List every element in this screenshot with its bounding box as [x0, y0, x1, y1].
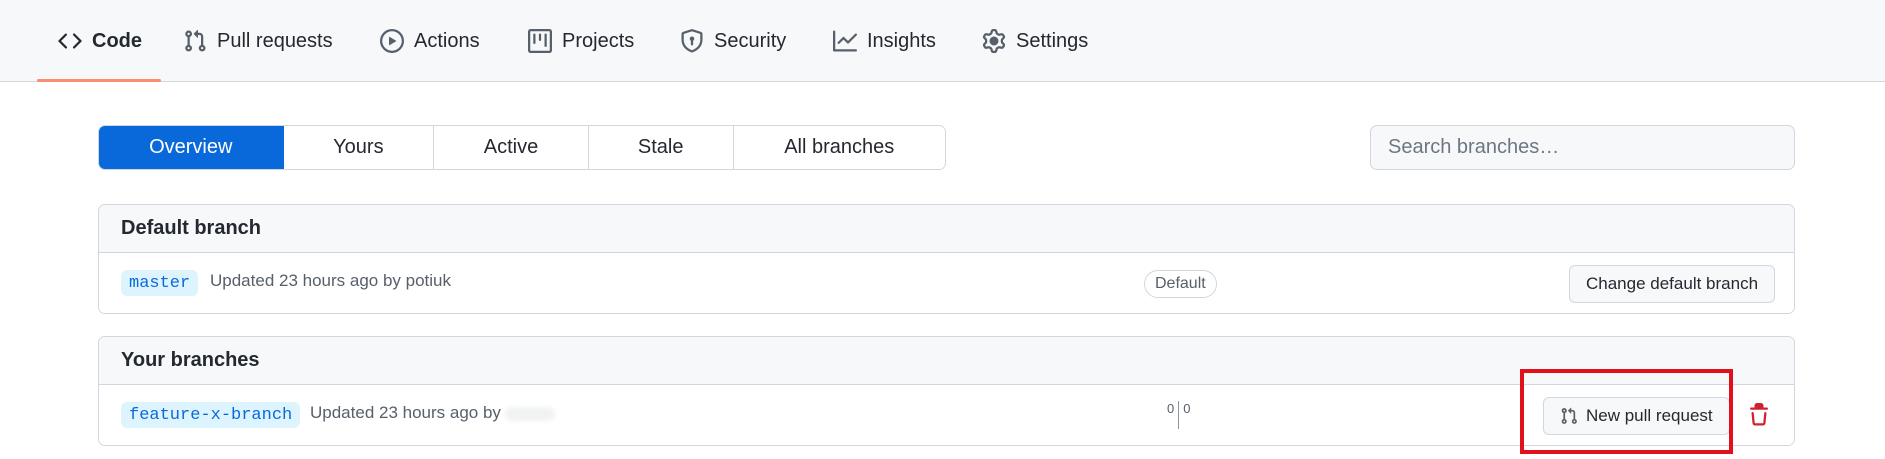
default-branch-box: Default branch master Updated 23 hours a…: [98, 204, 1795, 314]
tab-stale[interactable]: Stale: [588, 126, 734, 169]
your-branches-header: Your branches: [99, 337, 1794, 385]
search-branches-input[interactable]: [1370, 125, 1795, 170]
updated-text-label: Updated 23 hours ago by: [310, 403, 501, 422]
branch-name-link[interactable]: feature-x-branch: [121, 402, 301, 428]
graph-icon: [833, 30, 857, 52]
tab-insights-label: Insights: [867, 29, 936, 52]
new-pull-request-label: New pull request: [1586, 406, 1713, 425]
tab-code-label: Code: [92, 29, 142, 52]
branch-row: feature-x-branch Updated 23 hours ago by…: [99, 385, 1794, 445]
default-badge: Default: [1144, 270, 1217, 298]
change-default-branch-label: Change default branch: [1586, 274, 1759, 293]
tab-yours[interactable]: Yours: [283, 126, 435, 169]
trash-icon[interactable]: [1747, 403, 1771, 427]
git-pull-request-icon: [1561, 407, 1577, 424]
tab-pull-requests[interactable]: Pull requests: [163, 0, 353, 82]
tab-actions[interactable]: Actions: [360, 0, 500, 82]
play-icon: [380, 29, 404, 53]
repo-nav: Code Pull requests Actions Projects Secu…: [0, 0, 1885, 82]
branch-name-link[interactable]: master: [121, 270, 199, 296]
tab-active-label: Active: [483, 136, 539, 158]
tab-yours-label: Yours: [333, 136, 384, 158]
your-branches-box: Your branches feature-x-branch Updated 2…: [98, 336, 1795, 446]
shield-icon: [681, 29, 703, 53]
tab-settings-label: Settings: [1016, 29, 1089, 52]
tab-actions-label: Actions: [414, 29, 480, 52]
tab-security[interactable]: Security: [660, 0, 806, 82]
git-pull-request-icon: [185, 29, 206, 52]
tab-all-branches-label: All branches: [784, 136, 895, 158]
ahead-behind-divider: [1178, 401, 1180, 429]
tab-overview-label: Overview: [149, 136, 233, 158]
tab-security-label: Security: [714, 29, 787, 52]
new-pull-request-button[interactable]: New pull request: [1543, 397, 1730, 435]
gear-icon: [982, 29, 1006, 53]
tab-projects-label: Projects: [562, 29, 635, 52]
ahead-behind-counts: 0 0: [1167, 401, 1190, 429]
change-default-branch-button[interactable]: Change default branch: [1569, 265, 1776, 303]
tab-overview[interactable]: Overview: [99, 126, 284, 169]
behind-count: 0: [1167, 401, 1175, 416]
redacted-author: [504, 406, 555, 421]
tab-insights[interactable]: Insights: [813, 0, 956, 82]
tab-settings[interactable]: Settings: [962, 0, 1108, 82]
tab-active[interactable]: Active: [434, 126, 589, 169]
tab-stale-label: Stale: [637, 136, 684, 158]
tab-pull-requests-label: Pull requests: [217, 29, 333, 52]
code-icon: [58, 33, 82, 49]
default-branch-header: Default branch: [99, 205, 1794, 253]
selected-tab-underline: [37, 79, 161, 82]
tab-all-branches[interactable]: All branches: [733, 126, 945, 169]
branch-row: master Updated 23 hours ago by potiuk De…: [99, 253, 1794, 313]
updated-text: Updated 23 hours ago by potiuk: [210, 271, 452, 290]
tab-code[interactable]: Code: [38, 0, 162, 82]
tab-projects[interactable]: Projects: [508, 0, 654, 82]
table-icon: [528, 29, 552, 53]
updated-text: Updated 23 hours ago by: [310, 403, 555, 423]
branch-filter-tabs: Overview Yours Active Stale All branches: [98, 125, 946, 170]
ahead-count: 0: [1183, 401, 1191, 416]
